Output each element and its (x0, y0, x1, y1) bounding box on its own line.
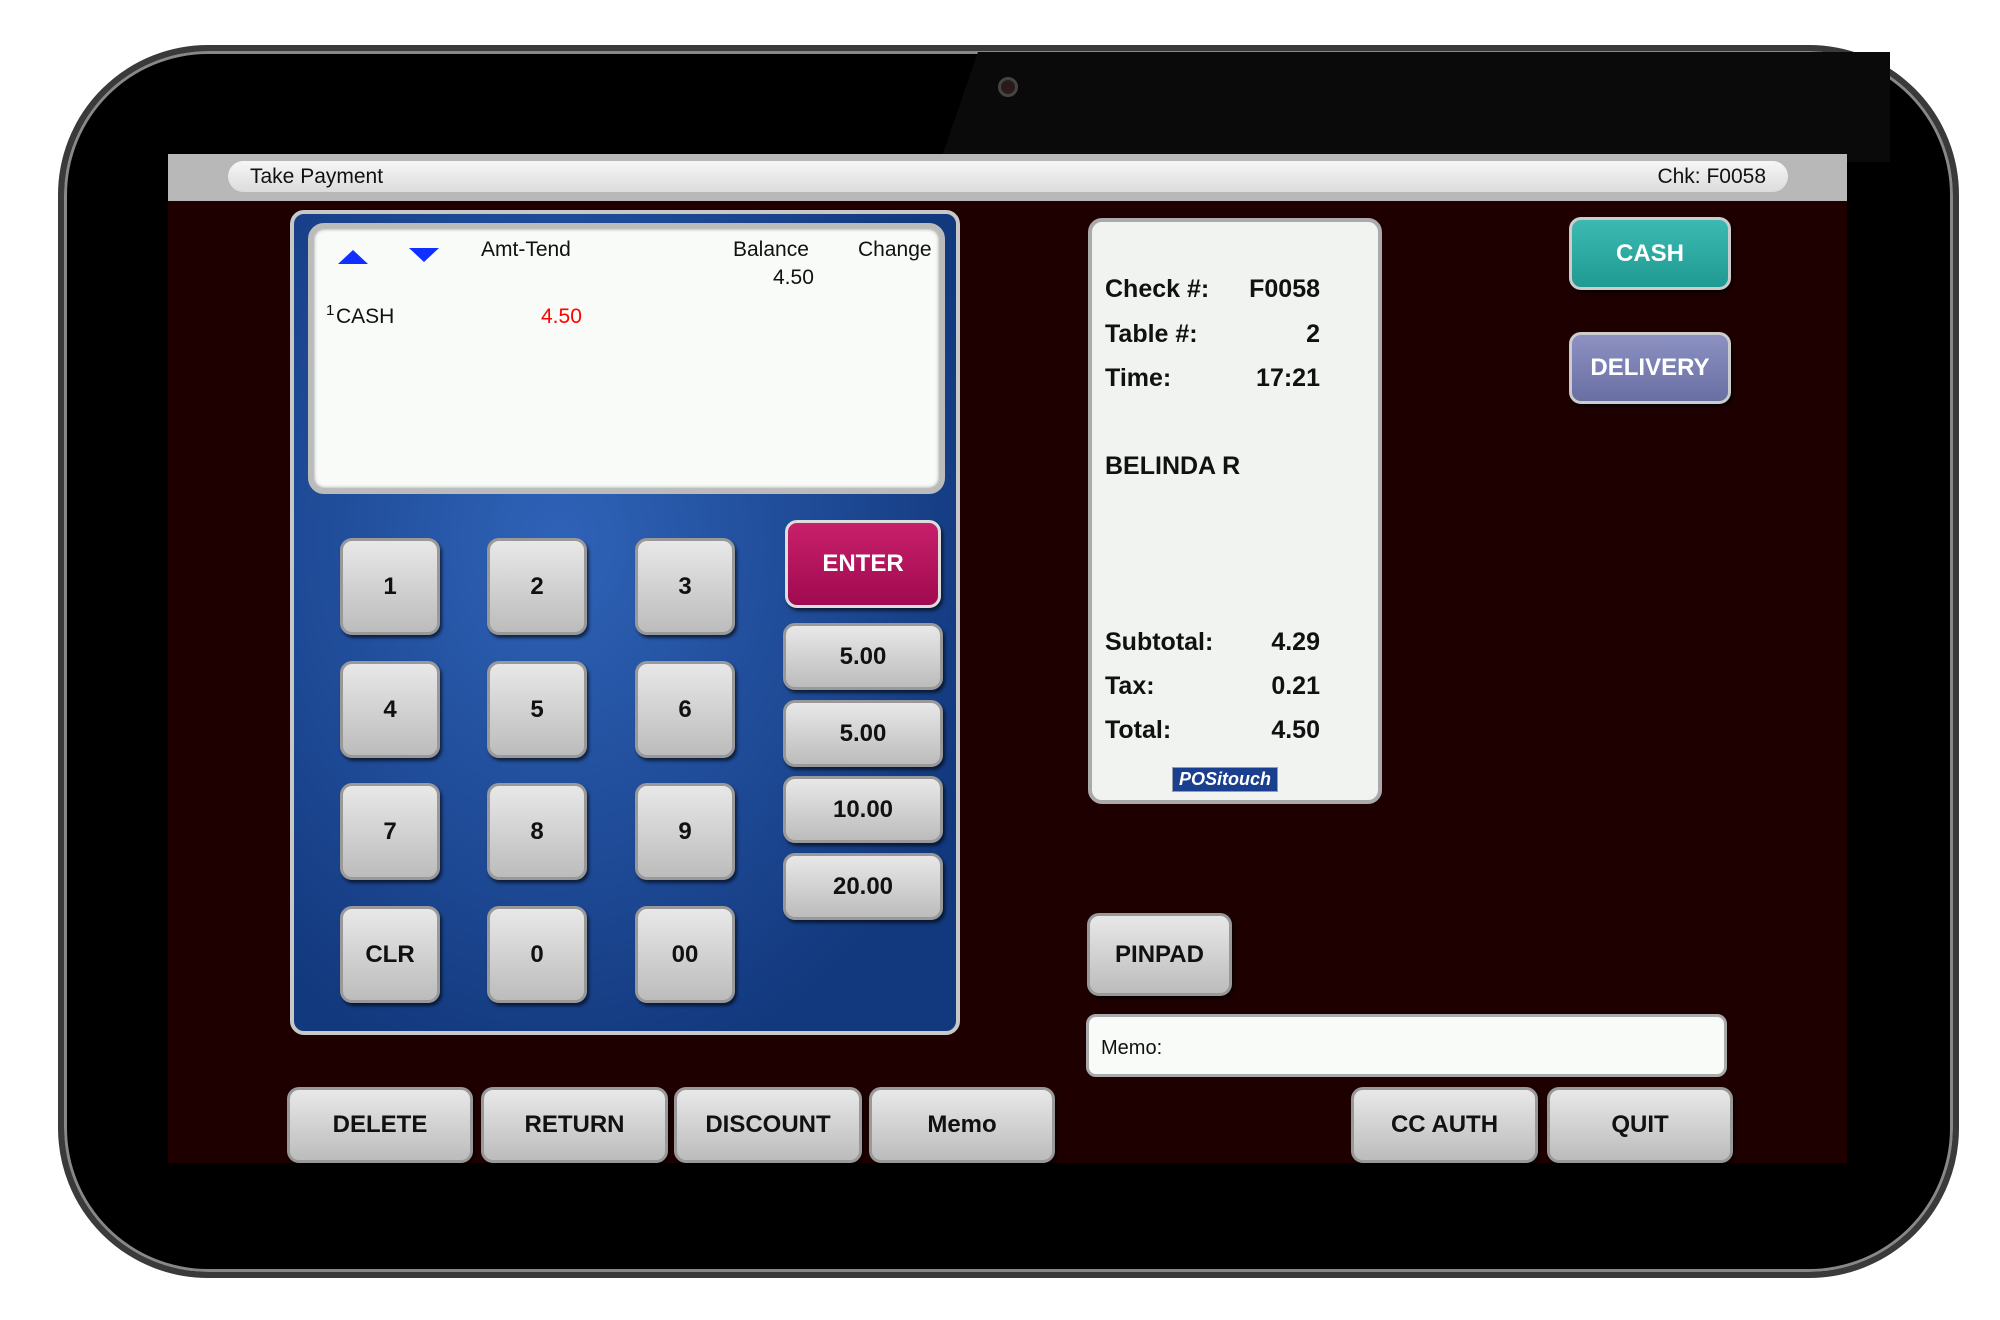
discount-button[interactable]: DISCOUNT (674, 1087, 862, 1163)
bezel-glare (940, 52, 1890, 162)
cc-auth-button[interactable]: CC AUTH (1351, 1087, 1538, 1163)
tax-value: 0.21 (1271, 672, 1320, 700)
key-2[interactable]: 2 (487, 538, 587, 635)
total-value: 4.50 (1271, 716, 1320, 744)
row-index: 1 (326, 302, 335, 319)
row-amount: 4.50 (541, 305, 582, 328)
total-label: Total: (1105, 716, 1172, 744)
key-9[interactable]: 9 (635, 783, 735, 880)
camera-icon (998, 77, 1018, 97)
enter-button[interactable]: ENTER (785, 520, 941, 608)
window-title: Take Payment (250, 164, 384, 188)
quick-amount-button[interactable]: 10.00 (783, 776, 943, 843)
quit-button[interactable]: QUIT (1547, 1087, 1733, 1163)
quick-amount-button[interactable]: 5.00 (783, 700, 943, 767)
key-1[interactable]: 1 (340, 538, 440, 635)
positouch-logo: POSitouch (1172, 767, 1279, 792)
table-label: Table #: (1105, 320, 1198, 348)
quick-amount-button[interactable]: 20.00 (783, 853, 943, 920)
key-4[interactable]: 4 (340, 661, 440, 758)
key-7[interactable]: 7 (340, 783, 440, 880)
key-5[interactable]: 5 (487, 661, 587, 758)
delete-button[interactable]: DELETE (287, 1087, 473, 1163)
check-receipt: Check #: F0058 Table #: 2 Time: 17:21 BE… (1088, 218, 1382, 804)
key-8[interactable]: 8 (487, 783, 587, 880)
balance-value: 4.50 (773, 266, 814, 289)
time-label: Time: (1105, 364, 1172, 392)
key-00[interactable]: 00 (635, 906, 735, 1003)
header-amt-tend: Amt-Tend (481, 238, 571, 261)
subtotal-label: Subtotal: (1105, 628, 1214, 656)
row-type: CASH (336, 305, 395, 328)
quick-amount-button[interactable]: 5.00 (783, 623, 943, 690)
check-number-label: Chk: F0058 (1657, 164, 1766, 188)
cash-button[interactable]: CASH (1569, 217, 1731, 290)
title-pill: Take Payment Chk: F0058 (228, 161, 1788, 192)
memo-field[interactable]: Memo: (1086, 1014, 1727, 1077)
return-button[interactable]: RETURN (481, 1087, 668, 1163)
key-0[interactable]: 0 (487, 906, 587, 1003)
time-value: 17:21 (1256, 364, 1320, 392)
tax-label: Tax: (1105, 672, 1155, 700)
key-6[interactable]: 6 (635, 661, 735, 758)
header-change: Change (858, 238, 932, 261)
pinpad-button[interactable]: PINPAD (1087, 913, 1232, 996)
memo-label: Memo: (1101, 1037, 1163, 1059)
table-value: 2 (1306, 320, 1320, 348)
check-label: Check #: (1105, 275, 1210, 303)
key-3[interactable]: 3 (635, 538, 735, 635)
header-balance: Balance (733, 238, 809, 261)
key-clear[interactable]: CLR (340, 906, 440, 1003)
subtotal-value: 4.29 (1271, 628, 1320, 656)
tender-list: Amt-Tend Balance Change 4.50 1 CASH 4.50 (308, 223, 945, 494)
memo-button[interactable]: Memo (869, 1087, 1055, 1163)
scroll-down-icon[interactable] (409, 248, 439, 264)
delivery-button[interactable]: DELIVERY (1569, 332, 1731, 404)
scroll-up-icon[interactable] (338, 248, 368, 264)
server-name: BELINDA R (1105, 452, 1241, 480)
check-value: F0058 (1249, 275, 1320, 303)
